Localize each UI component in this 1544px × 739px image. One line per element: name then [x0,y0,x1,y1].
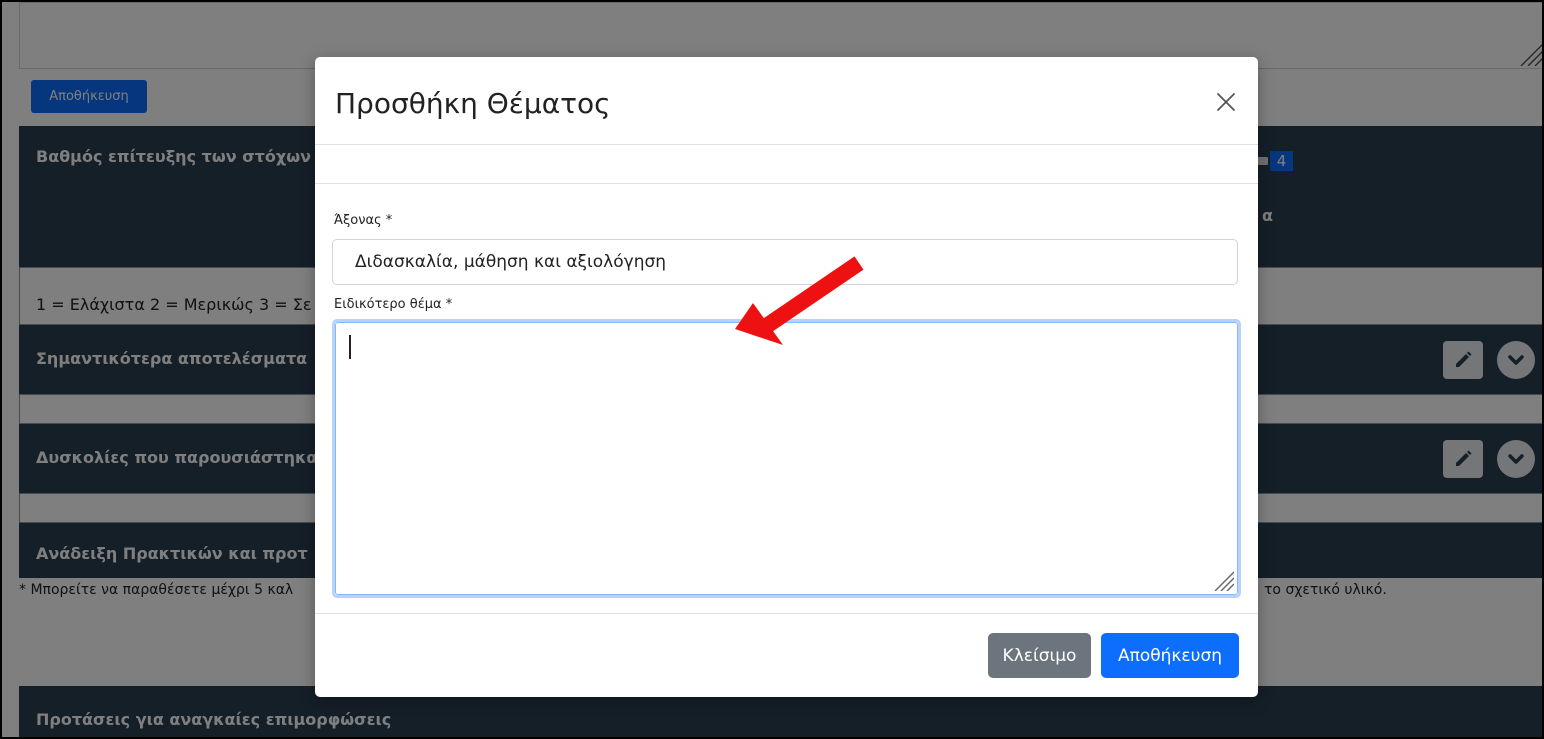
axis-select-value: Διδασκαλία, μάθηση και αξιολόγηση [355,252,667,272]
close-icon [1217,93,1235,111]
modal-footer-divider [315,613,1258,614]
add-topic-modal: Προσθήκη Θέματος Άξονας * Διδασκαλία, μά… [315,57,1258,697]
save-button[interactable]: Αποθήκευση [1101,633,1239,678]
resize-grip-icon[interactable] [1212,569,1234,591]
arrow-annotation [735,256,864,345]
page: Αποθήκευση Βαθμός επίτευξης των στόχων 4… [0,0,1544,739]
topic-textarea-focus-ring [335,322,1238,595]
topic-textarea[interactable] [332,319,1241,598]
text-cursor [349,335,351,359]
modal-header-divider [315,144,1258,145]
modal-close-button[interactable] [1211,87,1241,117]
close-button[interactable]: Κλείσιμο [988,633,1091,678]
axis-label: Άξονας * [334,213,393,228]
topic-label: Ειδικότερο θέμα * [334,297,453,312]
modal-body-divider [315,183,1258,184]
modal-title: Προσθήκη Θέματος [335,87,611,120]
